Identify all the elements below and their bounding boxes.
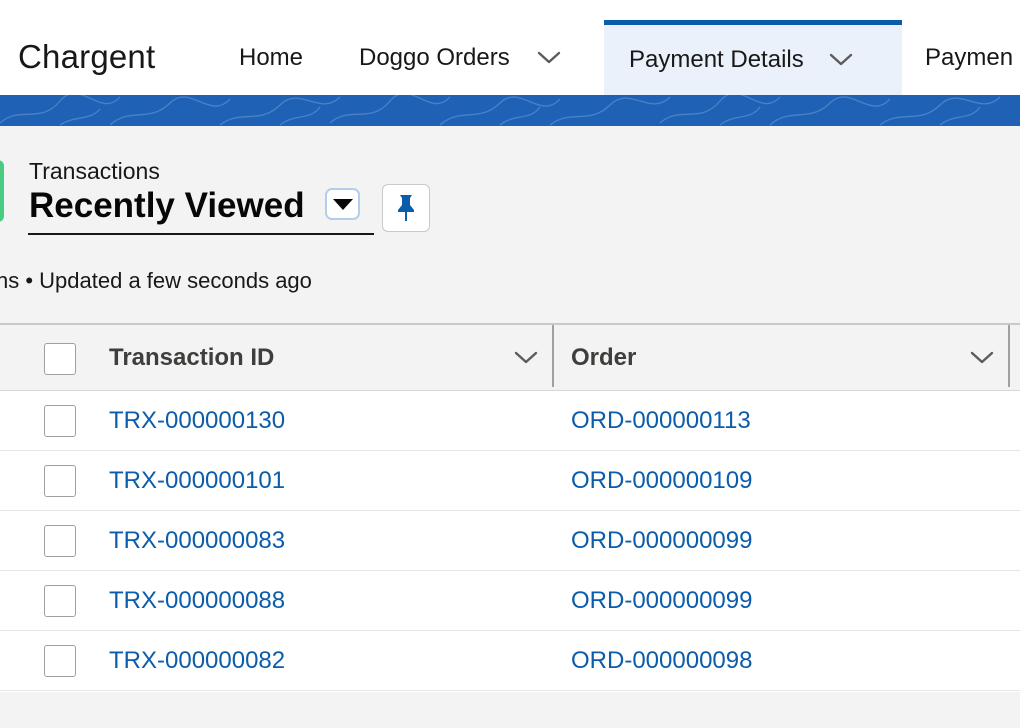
nav-item-payment-details[interactable]: Payment Details (604, 20, 902, 95)
pin-list-view-button[interactable] (382, 184, 430, 232)
wave-pattern-icon (0, 95, 1001, 126)
table-row: TRX-000000082 ORD-000000098 (0, 631, 1020, 691)
list-view-name[interactable]: Recently Viewed (29, 186, 305, 226)
caret-down-icon (332, 199, 353, 210)
row-checkbox[interactable] (44, 405, 76, 437)
nav-item-home[interactable]: Home (239, 20, 303, 95)
transactions-object-icon (0, 160, 4, 222)
nav-item-label: Payment Details (629, 46, 804, 73)
nav-item-label: Home (239, 43, 304, 71)
order-link[interactable]: ORD-000000109 (571, 451, 752, 511)
transaction-id-link[interactable]: TRX-000000101 (109, 451, 285, 511)
list-view-dropdown-button[interactable] (325, 188, 360, 220)
table-row: TRX-000000101 ORD-000000109 (0, 451, 1020, 511)
transaction-id-link[interactable]: TRX-000000082 (109, 631, 285, 691)
chevron-down-icon[interactable] (534, 43, 564, 73)
transactions-table: Transaction ID Order TRX-000000130 ORD-0… (0, 323, 1020, 692)
app-name: Chargent (18, 38, 156, 75)
global-navigation: Chargent Home Doggo Orders Payment Detai… (0, 0, 1020, 95)
nav-item-label: Paymen (925, 43, 1014, 71)
transaction-id-link[interactable]: TRX-000000083 (109, 511, 285, 571)
nav-item-label: Doggo Orders (359, 43, 510, 71)
select-all-checkbox[interactable] (44, 343, 76, 375)
chevron-down-icon[interactable] (511, 343, 541, 373)
nav-item-payments[interactable]: Paymen (925, 20, 1013, 95)
order-link[interactable]: ORD-000000099 (571, 571, 752, 631)
list-status-text: ns • Updated a few seconds ago (0, 268, 312, 293)
column-resize-handle[interactable] (552, 325, 554, 387)
row-checkbox[interactable] (44, 645, 76, 677)
row-checkbox[interactable] (44, 585, 76, 617)
table-row: TRX-000000088 ORD-000000099 (0, 571, 1020, 631)
row-checkbox[interactable] (44, 465, 76, 497)
object-label: Transactions (29, 158, 160, 184)
table-row: TRX-000000130 ORD-000000113 (0, 391, 1020, 451)
column-header-transaction-id[interactable]: Transaction ID (109, 325, 274, 391)
transaction-id-link[interactable]: TRX-000000088 (109, 571, 285, 631)
list-view-underline (28, 233, 374, 235)
column-header-order[interactable]: Order (571, 325, 636, 391)
column-resize-handle[interactable] (1008, 325, 1010, 387)
pin-icon (398, 195, 414, 221)
nav-decorative-band (0, 95, 1020, 126)
table-row: TRX-000000083 ORD-000000099 (0, 511, 1020, 571)
order-link[interactable]: ORD-000000099 (571, 511, 752, 571)
chevron-down-icon[interactable] (967, 343, 997, 373)
order-link[interactable]: ORD-000000113 (571, 391, 751, 451)
nav-item-doggo-orders[interactable]: Doggo Orders (359, 20, 564, 95)
row-checkbox[interactable] (44, 525, 76, 557)
order-link[interactable]: ORD-000000098 (571, 631, 752, 691)
transaction-id-link[interactable]: TRX-000000130 (109, 391, 285, 451)
chevron-down-icon[interactable] (826, 45, 856, 75)
table-header: Transaction ID Order (0, 325, 1020, 391)
